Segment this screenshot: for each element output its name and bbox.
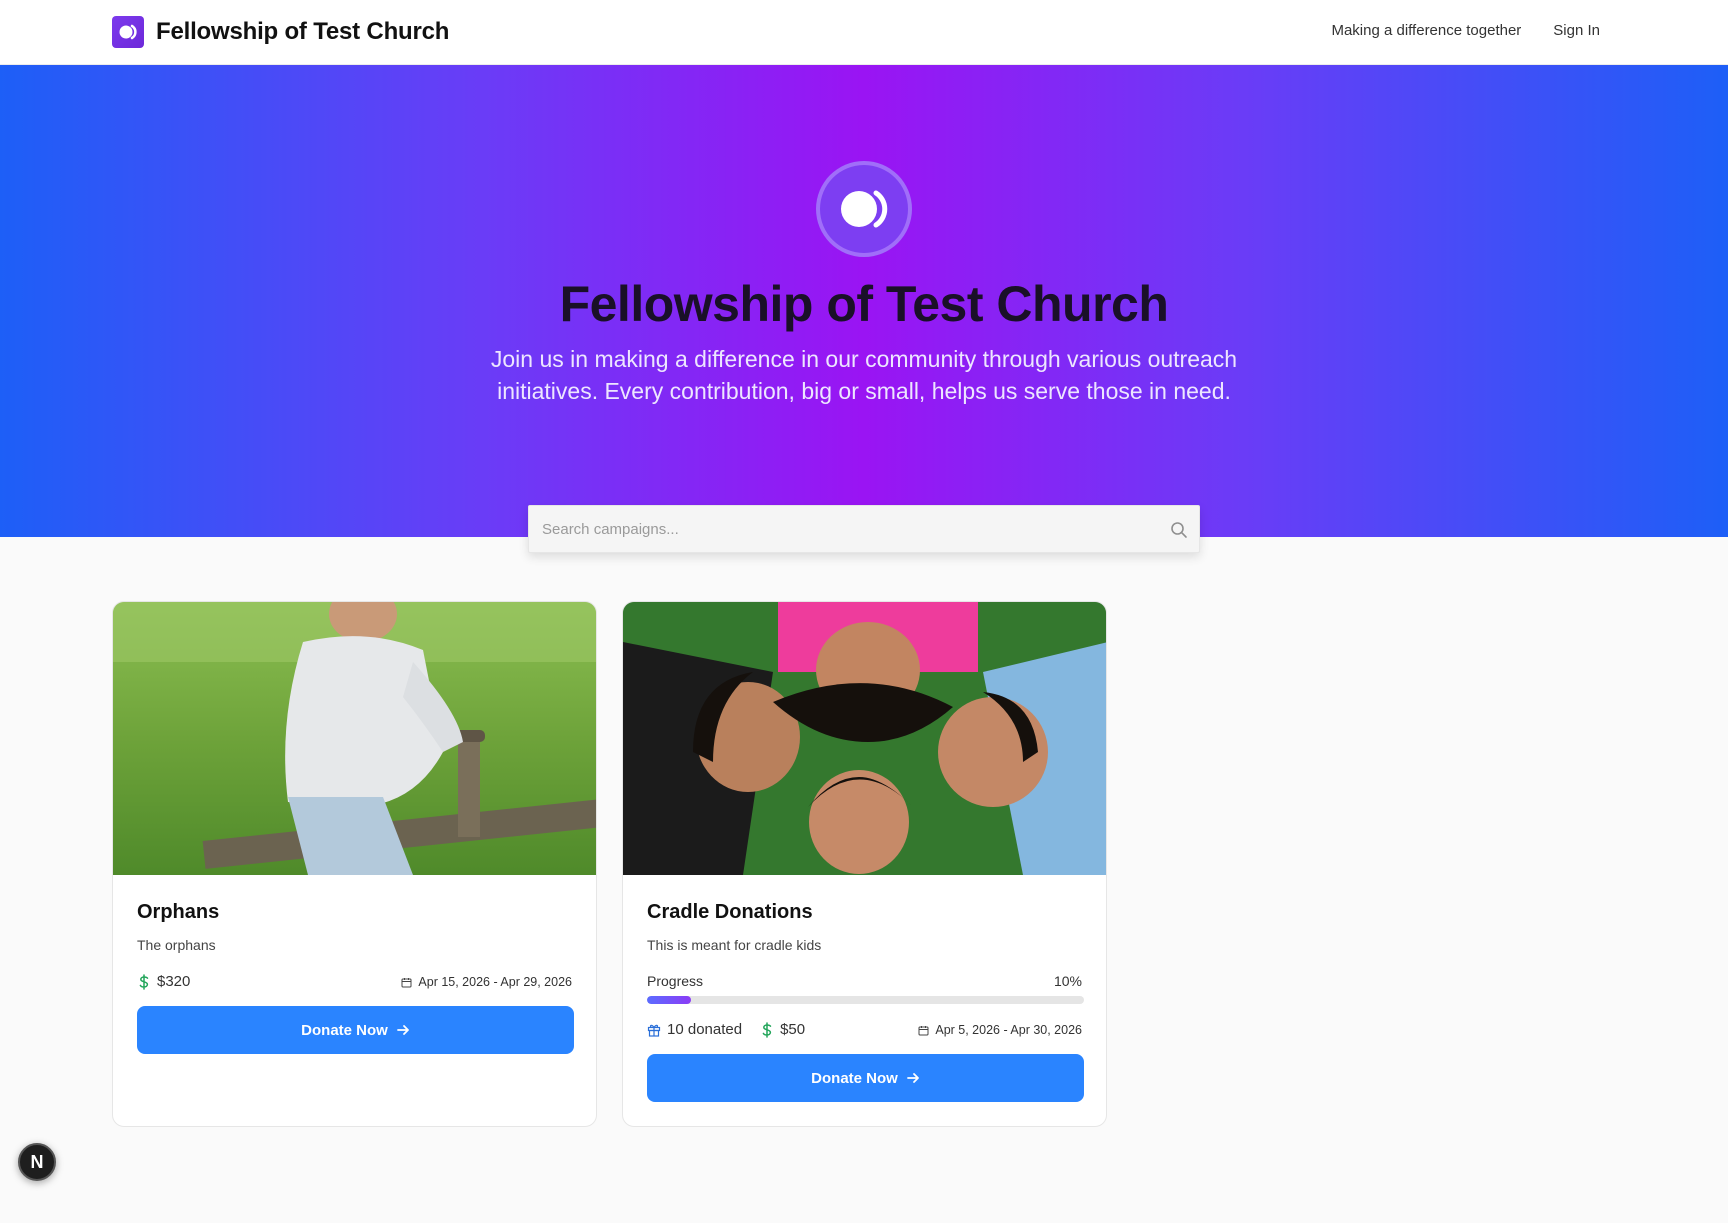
progress-bar-fill (647, 996, 691, 1004)
campaign-description: The orphans (137, 937, 216, 953)
donate-now-button[interactable]: Donate Now (647, 1054, 1084, 1102)
header-nav: Making a difference together Sign In (1331, 22, 1600, 39)
dates-value: Apr 5, 2026 - Apr 30, 2026 (935, 1023, 1082, 1037)
campaign-image (113, 602, 596, 875)
calendar-icon (401, 977, 412, 987)
arrow-right-icon (396, 1025, 409, 1035)
dollar-icon (139, 973, 149, 990)
amount-value: $320 (157, 973, 191, 990)
campaign-dates: Apr 15, 2026 - Apr 29, 2026 (401, 975, 572, 989)
hero-logo-icon (816, 161, 912, 257)
arrow-right-icon (906, 1073, 919, 1083)
progress-bar (647, 996, 1084, 1004)
top-navbar: Fellowship of Test Church Making a diffe… (0, 0, 1728, 65)
campaign-image (623, 602, 1106, 875)
campaign-dates: Apr 5, 2026 - Apr 30, 2026 (918, 1023, 1082, 1037)
progress-percent: 10% (1053, 973, 1082, 989)
donate-now-button[interactable]: Donate Now (137, 1006, 574, 1054)
donate-button-label: Donate Now (301, 1021, 388, 1039)
dollar-icon (762, 1021, 772, 1038)
hero-title: Fellowship of Test Church (559, 276, 1169, 332)
gift-icon (647, 1024, 661, 1037)
calendar-icon (918, 1025, 929, 1035)
progress-label: Progress (647, 973, 704, 989)
campaign-card-cradle-donations[interactable]: Cradle Donations This is meant for cradl… (622, 601, 1107, 1127)
brand-logo-icon (112, 16, 144, 48)
donated-value: 10 donated (667, 1021, 743, 1038)
hero-description: Join us in making a difference in our co… (490, 346, 1238, 404)
campaign-title: Orphans (137, 901, 220, 923)
donation-count: 10 donated $50 (647, 1021, 805, 1038)
raised-amount: $320 (137, 973, 190, 990)
nav-tagline-link[interactable]: Making a difference together (1331, 22, 1521, 39)
donate-button-label: Donate Now (811, 1069, 898, 1087)
campaign-description: This is meant for cradle kids (647, 937, 822, 953)
dev-tools-badge[interactable]: N (18, 1143, 56, 1181)
hero-banner: Fellowship of Test Church Join us in mak… (0, 65, 1728, 537)
search-icon[interactable] (1169, 520, 1189, 540)
dates-value: Apr 15, 2026 - Apr 29, 2026 (418, 975, 572, 989)
campaign-card-orphans[interactable]: Orphans The orphans $320 Apr 15, 2026 - … (112, 601, 597, 1127)
sign-in-link[interactable]: Sign In (1553, 22, 1600, 39)
search-input[interactable] (529, 506, 1149, 552)
brand[interactable]: Fellowship of Test Church (112, 16, 449, 48)
brand-name: Fellowship of Test Church (156, 18, 450, 45)
campaign-title: Cradle Donations (647, 901, 813, 923)
campaign-search (528, 505, 1200, 553)
amount-value: $50 (780, 1021, 806, 1038)
